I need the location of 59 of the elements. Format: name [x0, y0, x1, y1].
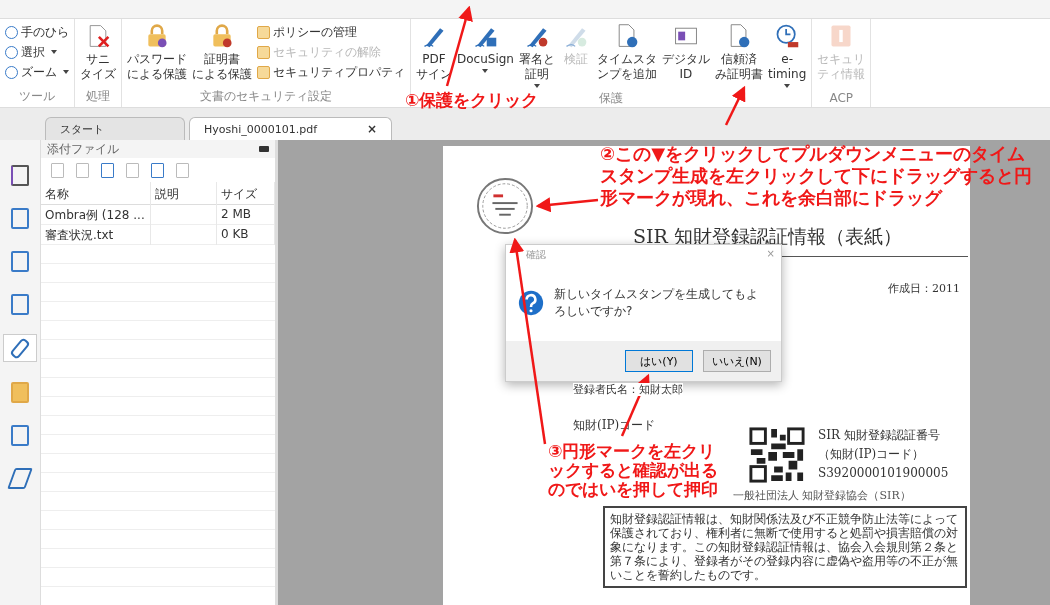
- panel-title: 添付ファイル: [47, 140, 119, 158]
- yes-button[interactable]: はい(Y): [625, 350, 693, 372]
- pin-icon[interactable]: [259, 146, 269, 152]
- no-button[interactable]: いいえ(N): [703, 350, 771, 372]
- caret-icon: [784, 84, 791, 88]
- ribbon-small-button[interactable]: 手のひら: [3, 23, 71, 41]
- ribbon-button[interactable]: DocuSign: [455, 21, 516, 75]
- stamp-seal-icon[interactable]: [476, 177, 534, 235]
- registrant-text: 登録者氏名：知財太郎: [573, 383, 683, 396]
- group-label: 文書のセキュリティ設定: [200, 88, 332, 105]
- ribbon-button[interactable]: サニタイズ: [78, 21, 118, 84]
- ribbon-button[interactable]: 証明書による保護: [190, 21, 254, 84]
- annotation-text: ①保護をクリック: [405, 90, 539, 111]
- ribbon-button[interactable]: e-timing: [765, 21, 809, 90]
- ribbon-button[interactable]: 信頼済み証明書: [712, 21, 765, 84]
- caret-icon: [51, 50, 57, 54]
- annotation-text: ③円形マークを左クリックすると確認が出るのではいを押して押印: [548, 442, 719, 500]
- group-label: 保護: [599, 90, 624, 107]
- group-label: ツール: [19, 88, 55, 105]
- ribbon-button[interactable]: 署名と証明: [516, 21, 557, 90]
- group-label: 処理: [86, 88, 110, 105]
- column-header[interactable]: 説明: [151, 182, 217, 205]
- ribbon-small-button[interactable]: 選択: [3, 43, 71, 61]
- toolbar-icon[interactable]: [151, 162, 164, 178]
- column-header[interactable]: サイズ: [217, 182, 275, 205]
- pointer-arrow: [535, 197, 599, 213]
- clock-icon: [774, 23, 801, 49]
- document-tab[interactable]: スタート: [45, 117, 185, 140]
- notice-paragraph: 知財登録認証情報は、知財関係法及び不正競争防止法等によって保護されており、権利者に無断で使用すると処罰や損害賠償の対象になります。この知財登録認証情報は、協会入会規則第２条と第７条により、登録者がその登録内容に虚偽や盗用等の不正が無いことを誓約したものです。: [603, 506, 967, 588]
- sidebar-paperclip-button[interactable]: [3, 334, 37, 362]
- caret-icon: [63, 70, 69, 74]
- annotation-text: ②この▼をクリックしてプルダウンメニューのタイムスタンプ生成を左クリックして下にドラッグすると円形マークが現れ、これを余白部にドラッグ: [600, 143, 1033, 209]
- caret-icon: [533, 84, 540, 88]
- ribbon-small-button[interactable]: ポリシーの管理: [255, 23, 407, 41]
- tab-label: スタート: [60, 121, 104, 137]
- tab-label: Hyoshi_0000101.pdf: [204, 122, 318, 136]
- caret-icon: [482, 69, 489, 73]
- question-icon: [518, 290, 544, 316]
- close-icon[interactable]: ×: [367, 122, 378, 136]
- group-label: ACP: [829, 91, 854, 107]
- pointer-arrow: [724, 85, 746, 126]
- ribbon-button[interactable]: デジタルID: [659, 21, 712, 84]
- date-text: 作成日：2011: [888, 281, 961, 296]
- table-cell: 2 MB: [217, 205, 275, 226]
- qr-code: [748, 426, 806, 484]
- issuer-text: 一般社団法人 知財登録協会（SIR）: [733, 488, 912, 503]
- toolbar-icon[interactable]: [101, 162, 114, 178]
- ribbon-button[interactable]: タイムスタンプを追加: [594, 21, 659, 84]
- dialog-message: 新しいタイムスタンプを生成してもよろしいですか?: [554, 286, 759, 320]
- ribbon-small-button[interactable]: セキュリティプロパティ: [255, 63, 407, 81]
- document-tab[interactable]: Hyoshi_0000101.pdf ×: [189, 117, 393, 140]
- ribbon-button[interactable]: パスワードによる保護: [125, 21, 189, 84]
- ribbon-small-button[interactable]: ズーム: [3, 63, 71, 81]
- certificate-text: （知財(IP)コード）: [818, 446, 926, 463]
- dialog-title: 確認: [526, 248, 546, 262]
- certificate-text: SIR 知財登録認証番号: [818, 427, 941, 444]
- certificate-text: S3920000101900005: [818, 465, 949, 482]
- table-cell: Ombra例 (128 ...: [41, 205, 151, 226]
- column-header[interactable]: 名称: [41, 182, 151, 205]
